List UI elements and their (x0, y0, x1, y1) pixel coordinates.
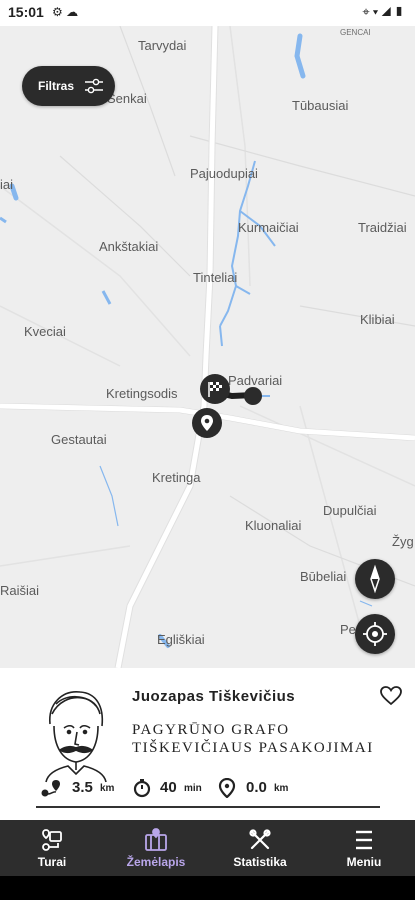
wifi-icon: ▾ (372, 4, 382, 19)
place-label: Tinteliai (193, 270, 238, 285)
place-label: GENCAI (340, 28, 371, 37)
nav-label: Meniu (346, 855, 382, 869)
stopwatch-icon (133, 779, 151, 798)
favorite-button[interactable] (380, 686, 402, 711)
place-label: Traidžiai (358, 220, 407, 235)
status-bar: 15:01 ⚙ ☁ ⌖▾◢▮ (0, 0, 415, 26)
duration-value: 40 (160, 779, 177, 796)
filter-button[interactable]: Filtras (22, 66, 115, 106)
duration-stat: 40 min (132, 778, 212, 798)
place-label: Pajuodupiai (190, 166, 258, 181)
status-time: 15:01 (8, 4, 44, 20)
location-pin-icon (201, 415, 213, 431)
place-label: Raišiai (0, 583, 40, 598)
to-start-value: 0.0 (246, 779, 267, 796)
divider (36, 806, 380, 808)
settings-status-icon: ⚙ (52, 5, 63, 19)
nav-item-turai[interactable]: Turai (0, 820, 104, 876)
person-name: Juozapas Tiškevičius (132, 688, 296, 705)
signal-icon: ◢ (381, 4, 395, 19)
nav-item-meniu[interactable]: Meniu (312, 820, 415, 876)
menu-icon (356, 830, 372, 850)
place-label: Ankštakiai (99, 239, 159, 254)
place-label: Kretinga (152, 470, 201, 485)
place-label: Kretingsodis (106, 386, 178, 401)
nav-item-zemelapis[interactable]: Žemėlapis (104, 820, 208, 876)
start-marker[interactable] (192, 408, 222, 438)
tours-icon (42, 829, 62, 851)
place-label: Pe (340, 622, 356, 637)
finish-flag-marker[interactable] (200, 374, 230, 404)
location-status-icon: ⌖ (362, 4, 373, 19)
nav-label: Žemėlapis (126, 855, 186, 869)
to-start-stat: 0.0 km (218, 778, 298, 798)
place-label: Gestautai (51, 432, 107, 447)
heart-icon (380, 686, 402, 706)
status-left-icons: ⚙ ☁ (52, 5, 78, 19)
location-pin-icon (218, 778, 236, 798)
place-label: Klibiai (360, 312, 395, 327)
distance-stat: 3.5 km (40, 778, 130, 798)
nav-label: Statistika (233, 855, 287, 869)
place-label: Kluonaliai (245, 518, 302, 533)
system-navigation-bar (0, 876, 415, 900)
cloud-status-icon: ☁ (66, 5, 79, 19)
checkered-flag-icon (208, 382, 222, 397)
distance-value: 3.5 (72, 779, 93, 796)
person-portrait (36, 684, 116, 789)
duration-unit: min (184, 783, 202, 794)
place-label: Dupulčiai (323, 503, 377, 518)
place-label: Padvariai (228, 373, 283, 388)
crosshair-icon (363, 622, 387, 646)
map-view[interactable]: Tarvydai GENCAI Senkai Tūbausiai Pajuodu… (0, 26, 415, 668)
place-label: Kveciai (24, 324, 66, 339)
main-roads (0, 26, 415, 668)
map-icon (145, 828, 167, 851)
status-right-icons: ⌖▾◢▮ (362, 4, 407, 20)
tour-title-line: PAGYRŪNO GRAFO (132, 722, 290, 738)
nav-item-statistika[interactable]: Statistika (208, 820, 312, 876)
compass-icon (370, 564, 380, 594)
nav-label: Turai (37, 855, 67, 869)
place-label: Būbeliai (300, 569, 347, 584)
locate-me-button[interactable] (355, 614, 395, 654)
place-label: Tarvydai (138, 38, 187, 53)
place-label: Tūbausiai (292, 98, 349, 113)
place-label: iai (0, 177, 14, 192)
tour-title-line: TIŠKEVIČIAUS PASAKOJIMAI (132, 740, 374, 756)
place-label: Kurmaičiai (238, 220, 299, 235)
distance-unit: km (100, 783, 115, 794)
to-start-unit: km (274, 783, 289, 794)
tour-card[interactable]: Juozapas Tiškevičius PAGYRŪNO GRAFO TIŠK… (0, 668, 415, 820)
route-end-dot[interactable] (244, 387, 262, 405)
tour-title: PAGYRŪNO GRAFO TIŠKEVIČIAUS PASAKOJIMAI (132, 721, 402, 757)
rivers (0, 33, 373, 648)
tools-icon (249, 829, 271, 850)
place-label: Egliškiai (157, 632, 205, 647)
bottom-navigation: Turai Žemėlapis Statistika Meniu (0, 820, 415, 876)
battery-icon: ▮ (394, 4, 407, 19)
place-label: Žyg (392, 534, 414, 549)
compass-button[interactable] (355, 559, 395, 599)
route-distance-icon (41, 780, 60, 797)
filter-label: Filtras (38, 79, 75, 93)
map-canvas[interactable] (0, 26, 415, 668)
